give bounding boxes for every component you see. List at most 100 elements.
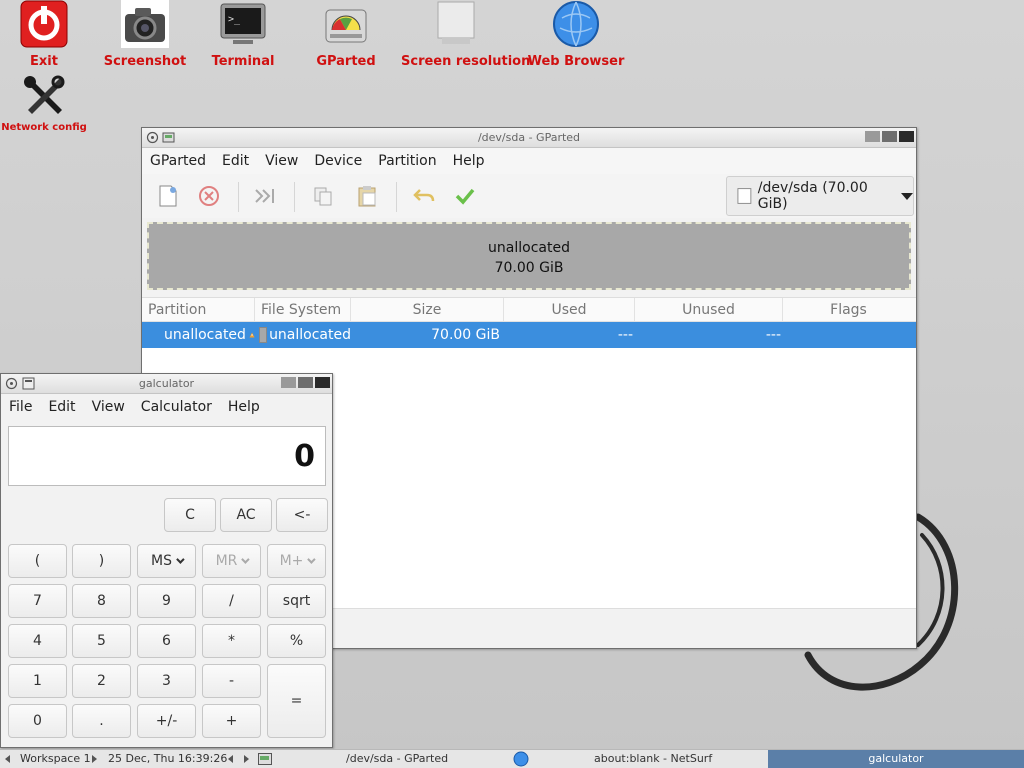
netsurf-task-icon <box>513 751 529 767</box>
globe-icon <box>553 1 599 47</box>
desktop-icon-terminal[interactable]: >_ Terminal <box>188 0 298 69</box>
menu-edit[interactable]: Edit <box>214 153 257 169</box>
minimize-button[interactable] <box>281 377 296 388</box>
menu-view[interactable]: View <box>257 153 306 169</box>
column-header-size[interactable]: Size <box>351 298 504 321</box>
galculator-window[interactable]: galculator File Edit View Calculator Hel… <box>0 373 333 748</box>
desktop-icon-exit[interactable]: Exit <box>0 0 99 69</box>
cell-used: --- <box>617 327 633 343</box>
paste-button[interactable] <box>353 182 381 210</box>
undo-icon <box>413 189 435 202</box>
disk-map-size: 70.00 GiB <box>494 260 564 276</box>
gparted-titlebar[interactable]: /dev/sda - GParted <box>142 128 916 148</box>
close-button[interactable] <box>315 377 330 388</box>
filesystem-color-swatch <box>259 327 268 343</box>
task-prev-icon[interactable] <box>228 755 233 763</box>
digit-9-button[interactable]: 9 <box>137 584 196 618</box>
column-header-used[interactable]: Used <box>504 298 635 321</box>
backspace-button[interactable]: <- <box>276 498 328 532</box>
digit-4-button[interactable]: 4 <box>8 624 67 658</box>
divide-button[interactable]: / <box>202 584 261 618</box>
minimize-button[interactable] <box>865 131 880 142</box>
copy-button[interactable] <box>309 182 337 210</box>
galculator-titlebar[interactable]: galculator <box>1 374 332 394</box>
clear-button[interactable]: C <box>164 498 216 532</box>
menu-view[interactable]: View <box>84 399 133 415</box>
menu-calculator[interactable]: Calculator <box>133 399 220 415</box>
device-selector[interactable]: /dev/sda (70.00 GiB) <box>726 176 914 216</box>
desktop-icon-screenshot[interactable]: Screenshot <box>90 0 200 69</box>
desktop-icon-gparted[interactable]: GParted <box>291 0 401 69</box>
cell-partition: unallocated <box>164 327 246 343</box>
wrench-icon <box>24 75 65 114</box>
menu-file[interactable]: File <box>1 399 40 415</box>
table-header: Partition File System Size Used Unused F… <box>142 298 916 322</box>
task-galculator[interactable]: galculator <box>768 750 1024 768</box>
task-next-icon[interactable] <box>244 755 249 763</box>
menu-help[interactable]: Help <box>445 153 493 169</box>
task-gparted[interactable]: /dev/sda - GParted <box>346 752 448 765</box>
maximize-button[interactable] <box>298 377 313 388</box>
menu-edit[interactable]: Edit <box>40 399 83 415</box>
workspace-label[interactable]: Workspace 1 <box>20 752 91 765</box>
menu-device[interactable]: Device <box>306 153 370 169</box>
sqrt-button[interactable]: sqrt <box>267 584 326 618</box>
column-header-filesystem[interactable]: File System <box>255 298 351 321</box>
memory-store-button[interactable]: MS <box>137 544 196 578</box>
menu-gparted[interactable]: GParted <box>142 153 214 169</box>
digit-7-button[interactable]: 7 <box>8 584 67 618</box>
clock: 25 Dec, Thu 16:39:26 <box>108 752 228 765</box>
digit-3-button[interactable]: 3 <box>137 664 196 698</box>
percent-button[interactable]: % <box>267 624 326 658</box>
menu-partition[interactable]: Partition <box>370 153 444 169</box>
digit-8-button[interactable]: 8 <box>72 584 131 618</box>
desktop-icon-label: Web Browser <box>527 54 625 69</box>
column-header-flags[interactable]: Flags <box>783 298 914 321</box>
column-header-partition[interactable]: Partition <box>142 298 255 321</box>
terminal-icon: >_ <box>220 3 266 44</box>
memory-add-label: M+ <box>279 553 304 569</box>
gparted-task-icon <box>258 753 272 765</box>
digit-5-button[interactable]: 5 <box>72 624 131 658</box>
undo-button[interactable] <box>410 182 438 210</box>
digit-6-button[interactable]: 6 <box>137 624 196 658</box>
maximize-button[interactable] <box>882 131 897 142</box>
memory-add-button[interactable]: M+ <box>267 544 326 578</box>
chevron-down-icon <box>176 555 185 564</box>
all-clear-button[interactable]: AC <box>220 498 272 532</box>
desktop-icon-label: Terminal <box>211 54 275 69</box>
close-paren-button[interactable]: ) <box>72 544 131 578</box>
disk-map[interactable]: unallocated 70.00 GiB <box>147 222 911 290</box>
digit-0-button[interactable]: 0 <box>8 704 67 738</box>
desktop-icon-label: GParted <box>316 54 376 69</box>
apply-button[interactable] <box>451 182 479 210</box>
taskbar: Workspace 1 25 Dec, Thu 16:39:26 /dev/sd… <box>0 749 1024 768</box>
desktop-icon-network-config[interactable]: Network config <box>0 72 99 133</box>
desktop-icon-web-browser[interactable]: Web Browser <box>521 0 631 69</box>
delete-partition-button[interactable] <box>195 182 223 210</box>
task-netsurf[interactable]: about:blank - NetSurf <box>594 752 712 765</box>
menu-help[interactable]: Help <box>220 399 268 415</box>
negate-button[interactable]: +/- <box>137 704 196 738</box>
resize-move-button[interactable] <box>252 182 280 210</box>
workspace-next-icon[interactable] <box>92 755 97 763</box>
decimal-point-button[interactable]: . <box>72 704 131 738</box>
equals-button[interactable]: = <box>267 664 326 738</box>
gparted-menubar: GParted Edit View Device Partition Help <box>142 148 916 174</box>
add-button[interactable]: + <box>202 704 261 738</box>
open-paren-button[interactable]: ( <box>8 544 67 578</box>
cell-unused: --- <box>765 327 781 343</box>
table-row[interactable]: unallocated unallocated 70.00 GiB --- --… <box>142 322 916 348</box>
digit-1-button[interactable]: 1 <box>8 664 67 698</box>
chevron-down-icon <box>901 192 913 200</box>
multiply-button[interactable]: * <box>202 624 261 658</box>
column-header-unused[interactable]: Unused <box>635 298 783 321</box>
memory-recall-button[interactable]: MR <box>202 544 261 578</box>
digit-2-button[interactable]: 2 <box>72 664 131 698</box>
workspace-prev-icon[interactable] <box>5 755 10 763</box>
new-partition-button[interactable] <box>154 182 182 210</box>
cell-filesystem: unallocated <box>269 327 351 343</box>
close-button[interactable] <box>899 131 914 142</box>
subtract-button[interactable]: - <box>202 664 261 698</box>
desktop-icon-screen-resolution[interactable]: Screen resolution <box>401 0 530 69</box>
